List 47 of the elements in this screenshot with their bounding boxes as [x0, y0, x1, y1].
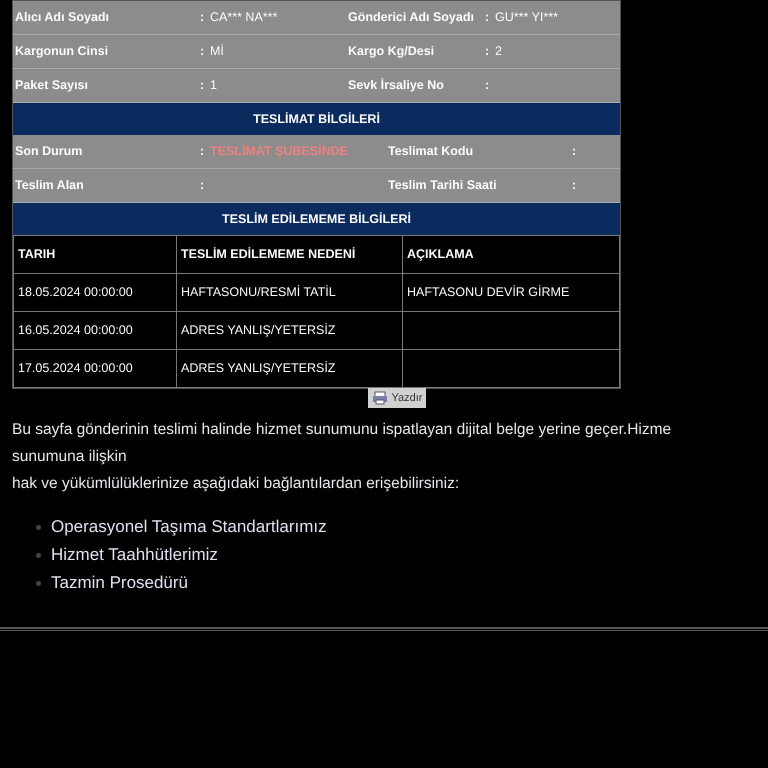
field-value: 1	[210, 77, 218, 94]
printer-icon	[372, 391, 388, 405]
colon: :	[572, 177, 578, 194]
section-header: TESLİM EDİLEMEME BİLGİLERİ	[13, 203, 620, 235]
field-label: Teslim Tarihi Saati	[388, 177, 498, 194]
field-label: Teslim Alan	[15, 177, 85, 194]
colon: :	[200, 77, 206, 94]
table-cell: ADRES YANLIŞ/YETERSİZ	[176, 350, 402, 388]
table-cell: ADRES YANLIŞ/YETERSİZ	[176, 312, 402, 350]
field-label: Alıcı Adı Soyadı	[15, 9, 110, 26]
column-header: TESLİM EDİLEMEME NEDENİ	[176, 236, 402, 274]
bullet-icon	[36, 524, 41, 530]
table-cell: HAFTASONU DEVİR GİRME	[402, 274, 620, 312]
colon: :	[200, 9, 206, 26]
field-label: Son Durum	[15, 143, 84, 160]
notice-paragraph: Bu sayfa gönderinin teslimi halinde hizmet sunumunu ispatlayan dijital belge yerine geçer.Hizme sunumuna ilişkin hak ve yükümlülüklerinize aşağıdaki bağlantılardan erişebilirsiniz:	[12, 420, 672, 494]
field-label: Gönderici Adı Soyadı	[348, 9, 475, 26]
policy-link[interactable]: Hizmet Taahhütlerimiz	[51, 542, 218, 568]
table-cell: 18.05.2024 00:00:00	[14, 274, 176, 312]
field-value: CA*** NA***	[210, 9, 278, 26]
column-header: AÇIKLAMA	[402, 236, 620, 274]
table-cell: 17.05.2024 00:00:00	[14, 350, 176, 388]
colon: :	[200, 143, 206, 160]
colon: :	[485, 9, 490, 26]
table-cell: 16.05.2024 00:00:00	[14, 312, 176, 350]
colon: :	[200, 177, 206, 194]
field-value: 2	[495, 43, 503, 60]
section-header: TESLİMAT BİLGİLERİ	[13, 103, 620, 135]
print-button[interactable]: Yazdır	[368, 388, 426, 408]
field-label: Teslimat Kodu	[388, 143, 474, 160]
bullet-icon	[36, 580, 41, 586]
column-header: TARIH	[14, 236, 176, 274]
colon: :	[485, 43, 490, 60]
policy-link[interactable]: Operasyonel Taşıma Standartlarımız	[51, 514, 327, 540]
field-label: Paket Sayısı	[15, 77, 89, 94]
table-cell: HAFTASONU/RESMİ TATİL	[176, 274, 402, 312]
field-label: Sevk İrsaliye No	[348, 77, 445, 94]
field-label: Kargonun Cinsi	[15, 43, 110, 60]
status-value: TESLİMAT ŞUBESİNDE	[210, 143, 349, 160]
colon: :	[572, 143, 578, 160]
field-value: GU*** YI***	[495, 9, 559, 26]
field-label: Kargo Kg/Desi	[348, 43, 436, 60]
field-value: Mİ	[210, 43, 225, 60]
policy-link[interactable]: Tazmin Prosedürü	[51, 570, 188, 596]
colon: :	[200, 43, 206, 60]
colon: :	[485, 77, 490, 94]
bullet-icon	[36, 552, 41, 558]
